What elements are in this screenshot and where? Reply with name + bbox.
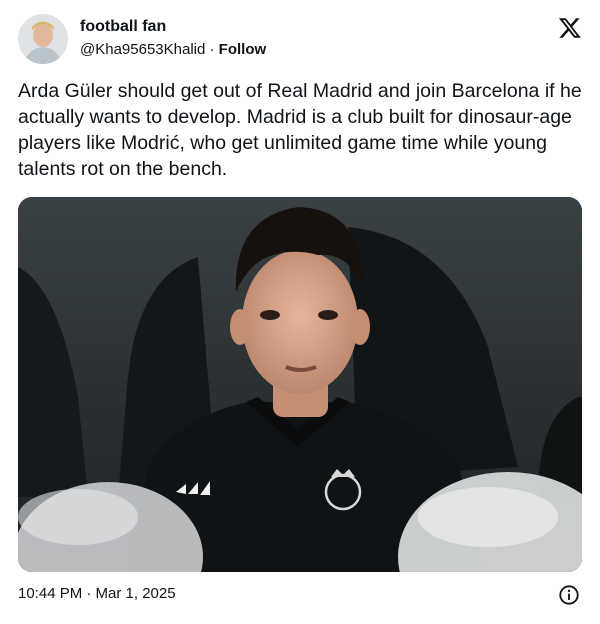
info-icon[interactable] xyxy=(558,584,580,606)
author-names: football fan @Kha95653Khalid · Follow xyxy=(80,17,266,60)
follow-button[interactable]: Follow xyxy=(219,41,267,58)
x-logo-icon[interactable] xyxy=(558,16,582,40)
tweet-header: football fan @Kha95653Khalid · Follow xyxy=(18,14,584,66)
tweet-photo[interactable] xyxy=(18,197,582,572)
tweet-text: Arda Güler should get out of Real Madrid… xyxy=(18,80,582,180)
display-name[interactable]: football fan xyxy=(80,17,266,37)
timestamp[interactable]: 10:44 PM · Mar 1, 2025 xyxy=(18,585,176,602)
handle-row: @Kha95653Khalid · Follow xyxy=(80,40,266,60)
tweet-footer: 10:44 PM · Mar 1, 2025 xyxy=(18,584,584,606)
separator: · xyxy=(209,41,215,58)
handle[interactable]: @Kha95653Khalid xyxy=(80,41,205,58)
avatar[interactable] xyxy=(18,14,68,64)
